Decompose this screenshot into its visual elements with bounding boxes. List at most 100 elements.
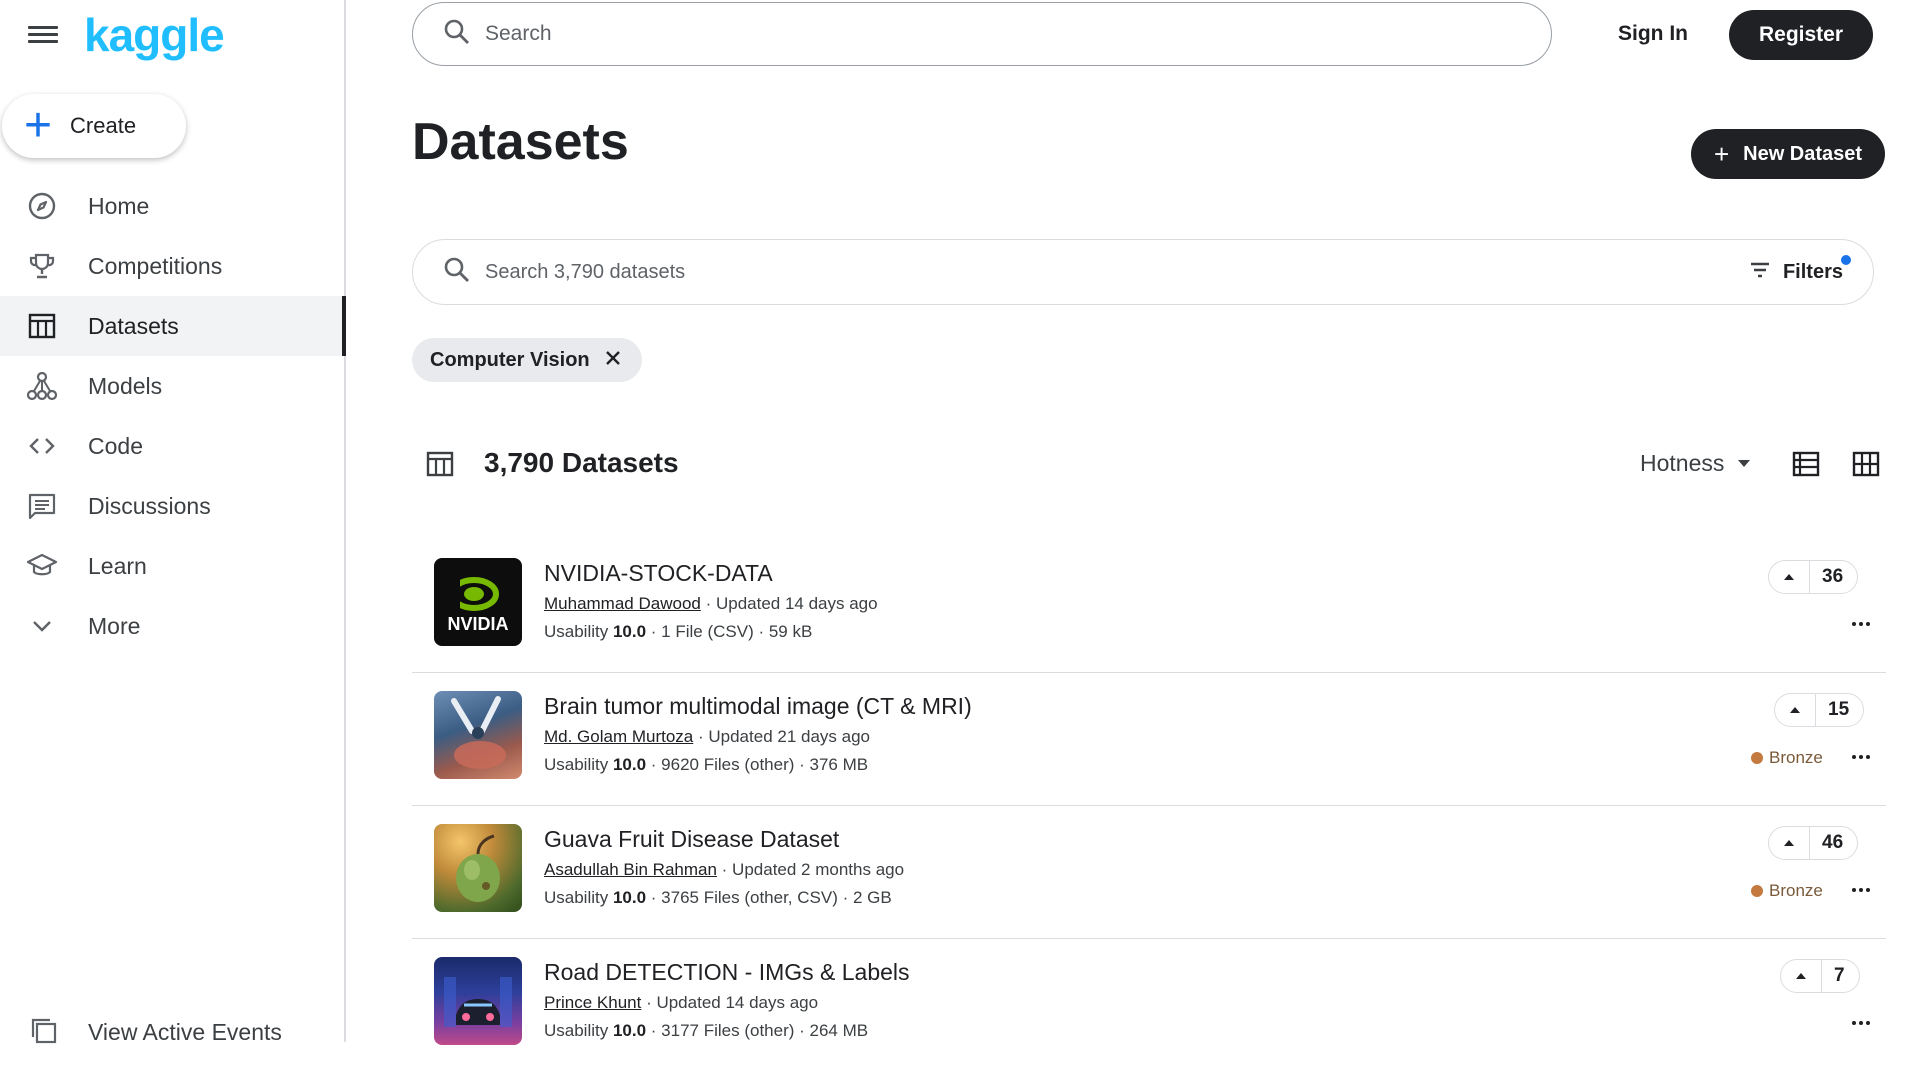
sidebar-item-discussions[interactable]: Discussions (0, 476, 346, 536)
dataset-meta: Usability 10.0 · 9620 Files (other) · 37… (544, 755, 868, 775)
vote-count: 15 (1828, 699, 1850, 720)
vote-count: 36 (1822, 566, 1844, 587)
svg-text:NVIDIA: NVIDIA (447, 614, 508, 634)
file-info: · 3177 Files (other) · 264 MB (646, 1021, 869, 1040)
menu-icon[interactable] (28, 22, 58, 48)
medal-label: Bronze (1769, 748, 1823, 767)
sidebar-item-home[interactable]: Home (0, 176, 346, 236)
sidebar-item-label: More (88, 612, 141, 639)
dataset-byline: Muhammad Dawood · Updated 14 days ago (544, 594, 878, 614)
sort-dropdown[interactable]: Hotness (1640, 450, 1752, 477)
search-placeholder: Search (485, 22, 552, 45)
brain-tumor-thumbnail[interactable] (434, 691, 522, 779)
sidebar-item-more[interactable]: More (0, 596, 346, 656)
dataset-row[interactable]: NVIDIA NVIDIA-STOCK-DATA Muhammad Dawood… (412, 540, 1886, 673)
bronze-medal: Bronze (1751, 881, 1823, 901)
updated-text: · Updated 14 days ago (700, 594, 878, 613)
plus-icon: + (1713, 138, 1730, 169)
sidebar-item-learn[interactable]: Learn (0, 536, 346, 596)
usability-score: 10.0 (612, 888, 647, 907)
road-detection-thumbnail[interactable] (434, 957, 522, 1045)
sidebar-item-label: Discussions (88, 492, 211, 519)
caret-up-icon (1769, 561, 1810, 593)
usability-score: 10.0 (612, 622, 647, 641)
upvote-button[interactable]: 15 (1774, 693, 1865, 727)
chevron-down-icon (26, 610, 58, 642)
global-search-input[interactable]: Search (412, 2, 1552, 66)
dataset-title[interactable]: Guava Fruit Disease Dataset (544, 826, 839, 853)
dataset-title[interactable]: Brain tumor multimodal image (CT & MRI) (544, 693, 972, 720)
vote-count: 7 (1834, 965, 1845, 986)
author-link[interactable]: Md. Golam Murtoza (544, 727, 693, 746)
author-link[interactable]: Asadullah Bin Rahman (544, 860, 717, 879)
dataset-meta: Usability 10.0 · 3765 Files (other, CSV)… (544, 888, 892, 908)
search-icon (443, 256, 471, 289)
author-link[interactable]: Muhammad Dawood (544, 594, 701, 613)
dataset-search-placeholder: Search 3,790 datasets (485, 260, 686, 283)
sidebar-item-models[interactable]: Models (0, 356, 346, 416)
results-header: 3,790 Datasets Hotness (412, 444, 1886, 484)
usability-score: 10.0 (612, 1021, 647, 1040)
create-label: Create (70, 113, 137, 138)
more-options-icon[interactable] (1846, 1013, 1876, 1033)
dataset-search-input[interactable]: Search 3,790 datasets Filters (412, 239, 1874, 305)
close-icon[interactable] (604, 349, 622, 372)
filters-button[interactable]: Filters (1749, 254, 1851, 284)
dataset-row[interactable]: Guava Fruit Disease Dataset Asadullah Bi… (412, 806, 1886, 939)
view-active-events-link[interactable]: View Active Events (0, 1012, 346, 1052)
upvote-button[interactable]: 7 (1780, 959, 1860, 993)
usability-label: Usability (544, 622, 613, 641)
sidebar-item-label: Learn (88, 552, 147, 579)
nvidia-thumbnail[interactable]: NVIDIA (434, 558, 522, 646)
bronze-medal: Bronze (1751, 748, 1823, 768)
dataset-meta: Usability 10.0 · 3177 Files (other) · 26… (544, 1021, 868, 1041)
sidebar-item-label: Datasets (88, 312, 179, 339)
dataset-byline: Prince Khunt · Updated 14 days ago (544, 993, 818, 1013)
caret-up-icon (1769, 827, 1810, 859)
more-options-icon[interactable] (1846, 747, 1876, 767)
dataset-byline: Asadullah Bin Rahman · Updated 2 months … (544, 860, 904, 880)
list-view-icon[interactable] (1792, 451, 1820, 482)
updated-text: · Updated 21 days ago (693, 727, 870, 746)
trophy-icon (26, 250, 58, 282)
grid-view-icon[interactable] (1852, 451, 1880, 482)
usability-score: 10.0 (612, 755, 647, 774)
search-icon (443, 18, 471, 51)
comments-icon (26, 490, 58, 522)
sidebar-item-label: Competitions (88, 252, 223, 279)
sort-label: Hotness (1640, 450, 1725, 476)
events-icon (28, 1015, 58, 1050)
usability-label: Usability (544, 1021, 613, 1040)
register-button[interactable]: Register (1729, 10, 1873, 60)
dataset-title[interactable]: Road DETECTION - IMGs & Labels (544, 959, 910, 986)
filter-icon (1749, 261, 1771, 284)
author-link[interactable]: Prince Khunt (544, 993, 641, 1012)
dataset-row[interactable]: Brain tumor multimodal image (CT & MRI) … (412, 673, 1886, 806)
new-dataset-button[interactable]: + New Dataset (1691, 129, 1885, 179)
caret-up-icon (1781, 960, 1822, 992)
sign-in-link[interactable]: Sign In (1618, 22, 1688, 46)
upvote-button[interactable]: 46 (1768, 826, 1859, 860)
dataset-row[interactable]: Road DETECTION - IMGs & Labels Prince Kh… (412, 939, 1886, 1072)
result-count: 3,790 Datasets (484, 447, 679, 478)
sidebar-item-code[interactable]: Code (0, 416, 346, 476)
dataset-title[interactable]: NVIDIA-STOCK-DATA (544, 560, 773, 587)
sidebar-item-datasets[interactable]: Datasets (0, 296, 346, 356)
more-options-icon[interactable] (1846, 614, 1876, 634)
dataset-byline: Md. Golam Murtoza · Updated 21 days ago (544, 727, 870, 747)
filter-chip-computer-vision[interactable]: Computer Vision (412, 338, 642, 382)
create-button[interactable]: + Create (2, 94, 186, 158)
upvote-button[interactable]: 36 (1768, 560, 1859, 594)
filter-chip-label: Computer Vision (430, 348, 590, 371)
more-options-icon[interactable] (1846, 880, 1876, 900)
dataset-meta: Usability 10.0 · 1 File (CSV) · 59 kB (544, 622, 812, 642)
file-info: · 1 File (CSV) · 59 kB (646, 622, 813, 641)
kaggle-logo[interactable]: kaggle (84, 8, 225, 62)
updated-text: · Updated 2 months ago (716, 860, 905, 879)
sidebar-item-label: Home (88, 192, 150, 219)
code-icon (26, 430, 58, 462)
usability-label: Usability (544, 888, 613, 907)
models-icon (26, 370, 58, 402)
guava-thumbnail[interactable] (434, 824, 522, 912)
sidebar-item-competitions[interactable]: Competitions (0, 236, 346, 296)
